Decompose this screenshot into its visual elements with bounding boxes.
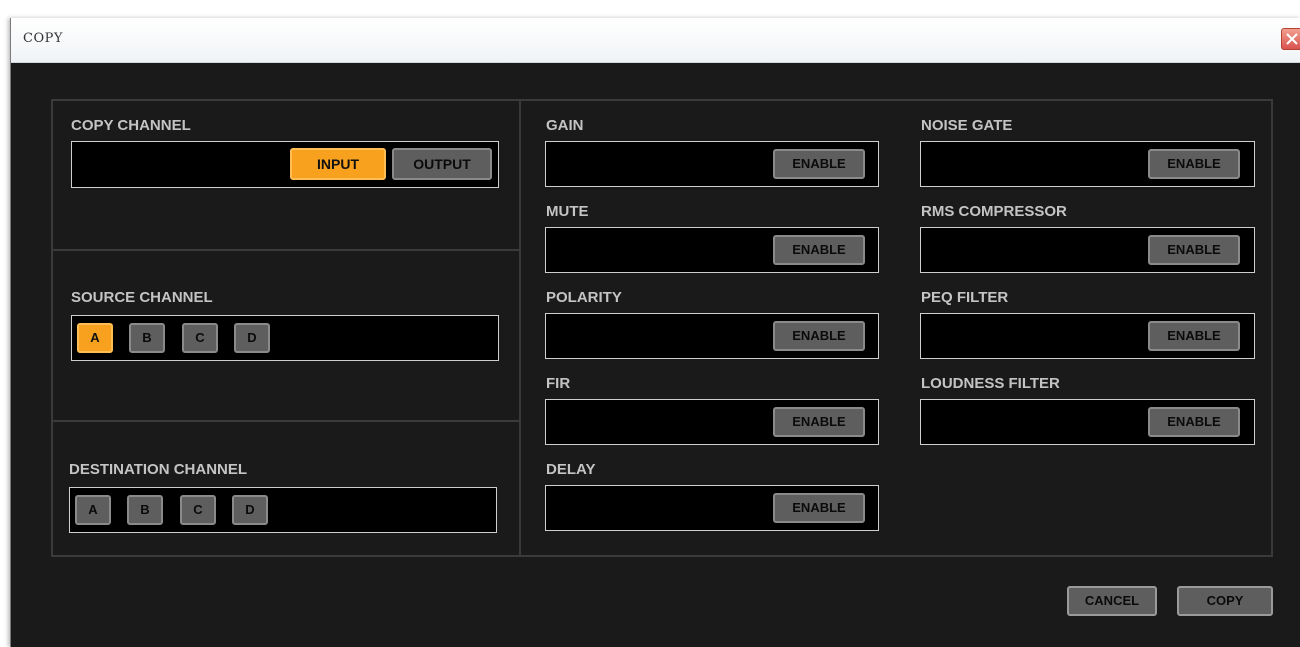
destination-channel-label: DESTINATION CHANNEL bbox=[69, 461, 248, 478]
source-channel-b-button[interactable]: B bbox=[129, 323, 165, 353]
fir-enable-button[interactable]: ENABLE bbox=[773, 407, 865, 437]
destination-channel-selector: A B C D bbox=[69, 487, 497, 533]
fir-label: FIR bbox=[546, 375, 571, 392]
window-title: COPY bbox=[23, 31, 63, 46]
destination-channel-a-button[interactable]: A bbox=[75, 495, 111, 525]
cancel-button[interactable]: CANCEL bbox=[1067, 586, 1157, 616]
copy-button[interactable]: COPY bbox=[1177, 586, 1273, 616]
fir-row: ENABLE bbox=[545, 399, 879, 445]
close-icon bbox=[1286, 33, 1298, 45]
polarity-enable-button[interactable]: ENABLE bbox=[773, 321, 865, 351]
title-bar[interactable]: COPY bbox=[11, 18, 1300, 63]
loudness-filter-label: LOUDNESS FILTER bbox=[921, 375, 1060, 392]
rms-compressor-enable-button[interactable]: ENABLE bbox=[1148, 235, 1240, 265]
source-channel-c-button[interactable]: C bbox=[182, 323, 218, 353]
destination-channel-d-button[interactable]: D bbox=[232, 495, 268, 525]
polarity-row: ENABLE bbox=[545, 313, 879, 359]
delay-row: ENABLE bbox=[545, 485, 879, 531]
section-divider bbox=[53, 249, 519, 251]
mute-enable-button[interactable]: ENABLE bbox=[773, 235, 865, 265]
gain-row: ENABLE bbox=[545, 141, 879, 187]
peq-filter-row: ENABLE bbox=[920, 313, 1255, 359]
mute-row: ENABLE bbox=[545, 227, 879, 273]
noise-gate-enable-button[interactable]: ENABLE bbox=[1148, 149, 1240, 179]
destination-channel-c-button[interactable]: C bbox=[180, 495, 216, 525]
rms-compressor-row: ENABLE bbox=[920, 227, 1255, 273]
peq-filter-label: PEQ FILTER bbox=[921, 289, 1009, 306]
polarity-label: POLARITY bbox=[546, 289, 622, 306]
copy-dialog: COPY COPY CHANNEL INPUT OUTPUT SOURCE CH… bbox=[10, 18, 1300, 647]
source-channel-selector: A B C D bbox=[71, 315, 499, 361]
rms-compressor-label: RMS COMPRESSOR bbox=[921, 203, 1067, 220]
delay-enable-button[interactable]: ENABLE bbox=[773, 493, 865, 523]
gain-enable-button[interactable]: ENABLE bbox=[773, 149, 865, 179]
settings-panel: COPY CHANNEL INPUT OUTPUT SOURCE CHANNEL… bbox=[51, 99, 1273, 557]
destination-channel-b-button[interactable]: B bbox=[127, 495, 163, 525]
input-button[interactable]: INPUT bbox=[290, 148, 386, 180]
source-channel-d-button[interactable]: D bbox=[234, 323, 270, 353]
output-button[interactable]: OUTPUT bbox=[392, 148, 492, 180]
noise-gate-label: NOISE GATE bbox=[921, 117, 1013, 134]
source-channel-a-button[interactable]: A bbox=[77, 323, 113, 353]
source-channel-label: SOURCE CHANNEL bbox=[71, 289, 213, 306]
vertical-divider bbox=[519, 101, 521, 555]
close-button[interactable] bbox=[1281, 28, 1300, 50]
mute-label: MUTE bbox=[546, 203, 589, 220]
peq-filter-enable-button[interactable]: ENABLE bbox=[1148, 321, 1240, 351]
section-divider bbox=[53, 420, 519, 422]
loudness-filter-row: ENABLE bbox=[920, 399, 1255, 445]
noise-gate-row: ENABLE bbox=[920, 141, 1255, 187]
loudness-filter-enable-button[interactable]: ENABLE bbox=[1148, 407, 1240, 437]
delay-label: DELAY bbox=[546, 461, 596, 478]
gain-label: GAIN bbox=[546, 117, 584, 134]
copy-channel-selector: INPUT OUTPUT bbox=[71, 141, 499, 188]
copy-channel-label: COPY CHANNEL bbox=[71, 117, 191, 134]
